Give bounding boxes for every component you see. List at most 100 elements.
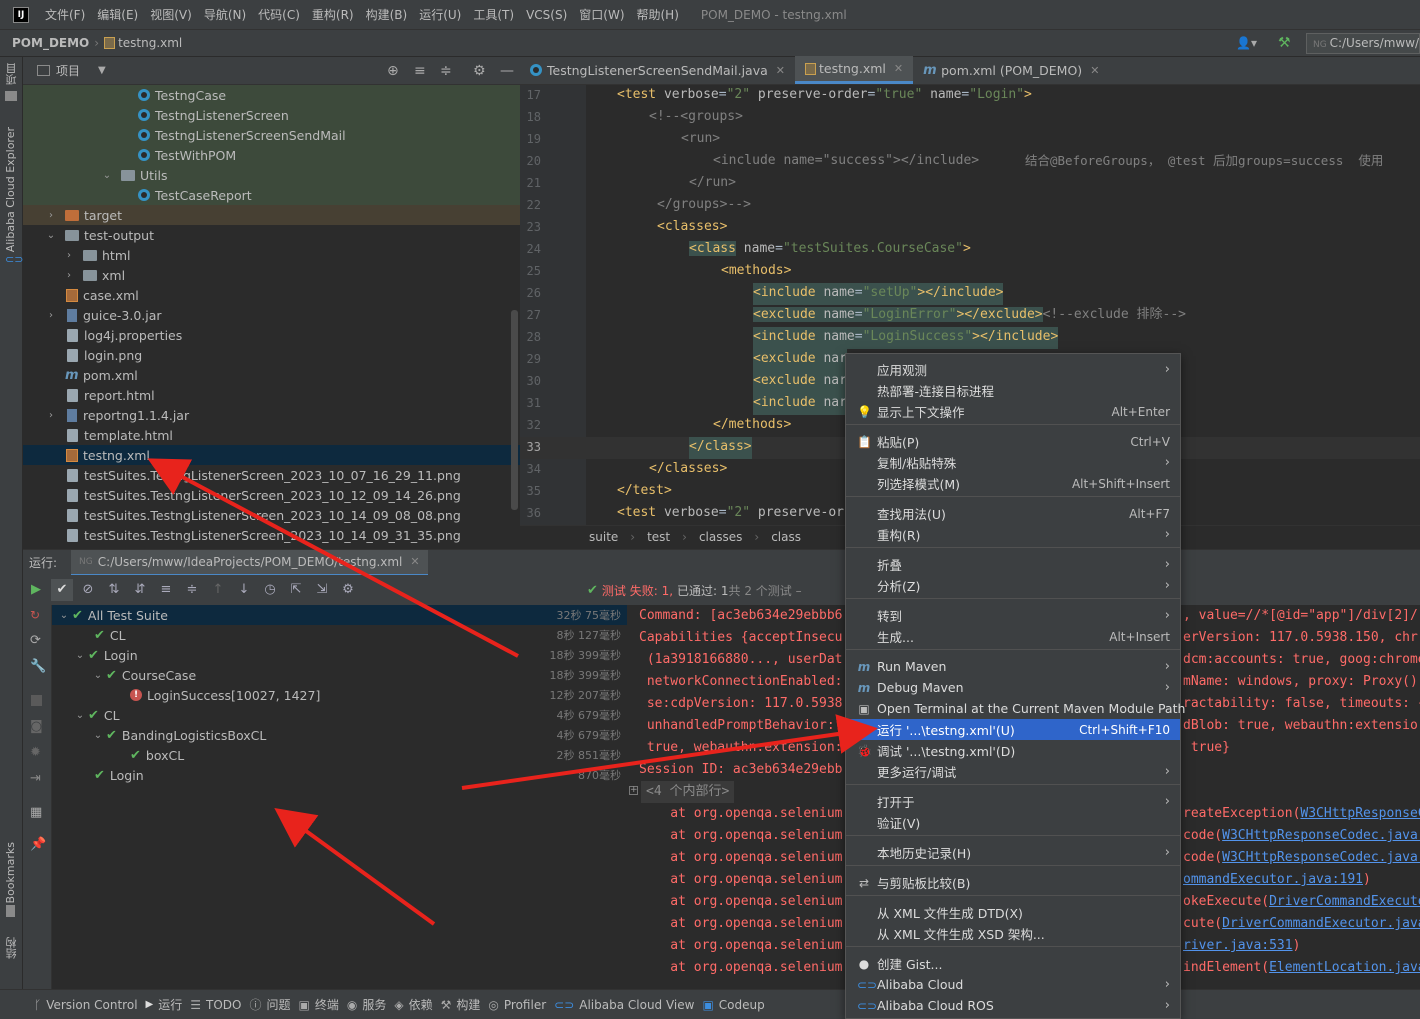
stop-icon[interactable] — [31, 695, 42, 706]
exit-icon[interactable]: ⇥ — [30, 771, 41, 786]
tree-item[interactable]: › html — [23, 245, 520, 265]
close-icon[interactable]: ✕ — [1090, 64, 1099, 77]
dependencies-tab[interactable]: 依赖 — [409, 996, 433, 1013]
breadcrumb-suite[interactable]: suite — [589, 530, 618, 544]
tab-sendmail-java[interactable]: TestngListenerScreenSendMail.java ✕ — [520, 56, 795, 84]
alibaba-cloud-view-tab[interactable]: Alibaba Cloud View — [579, 998, 694, 1012]
test-node[interactable]: ⌄ ✔ Login 18秒 399毫秒 — [52, 645, 627, 665]
tree-item[interactable]: m pom.xml — [23, 365, 520, 385]
menu-edit[interactable]: 编辑(E) — [91, 6, 144, 23]
menu-vcs[interactable]: VCS(S) — [520, 8, 573, 22]
breadcrumb-project[interactable]: POM_DEMO — [12, 36, 89, 50]
project-panel-title[interactable]: 项目 — [56, 62, 80, 79]
chevron-right-icon[interactable]: › — [45, 210, 57, 221]
tree-item[interactable]: › guice-3.0.jar — [23, 305, 520, 325]
services-tab[interactable]: 服务 — [362, 996, 386, 1013]
context-menu-item[interactable]: 从 XML 文件生成 DTD(X) — [846, 902, 1180, 923]
user-icon[interactable]: 👤▾ — [1236, 36, 1257, 50]
run-tab[interactable]: 运行 — [158, 996, 182, 1013]
expand-icon[interactable]: + — [629, 786, 638, 795]
tree-item[interactable]: case.xml — [23, 285, 520, 305]
test-node[interactable]: ⌄ ✔ CourseCase 18秒 399毫秒 — [52, 665, 627, 685]
chevron-down-icon[interactable]: ⌄ — [74, 650, 86, 661]
tree-item[interactable]: TestngListenerScreen — [23, 105, 520, 125]
menu-help[interactable]: 帮助(H) — [631, 6, 685, 23]
menu-navigate[interactable]: 导航(N) — [198, 6, 252, 23]
tree-item[interactable]: TestCaseReport — [23, 185, 520, 205]
close-icon[interactable]: ✕ — [776, 64, 785, 77]
run-config-tab[interactable]: NG C:/Users/mww/IdeaProjects/POM_DEMO/te… — [71, 549, 428, 576]
import-icon[interactable]: ⇱ — [285, 579, 307, 601]
menu-refactor[interactable]: 重构(R) — [306, 6, 360, 23]
context-menu-item[interactable]: 折叠 › — [846, 554, 1180, 575]
menu-build[interactable]: 构建(B) — [360, 6, 414, 23]
test-node[interactable]: ✔ Login 870毫秒 — [52, 765, 627, 785]
todo-tab[interactable]: TODO — [206, 998, 241, 1012]
menu-run[interactable]: 运行(U) — [413, 6, 467, 23]
next-failed-icon[interactable]: ↓ — [233, 579, 255, 601]
chevron-down-icon[interactable]: ⌄ — [45, 230, 57, 241]
close-icon[interactable]: ✕ — [410, 555, 419, 568]
context-menu-item[interactable]: ▣ Open Terminal at the Current Maven Modu… — [846, 698, 1185, 719]
tree-item[interactable]: report.html — [23, 385, 520, 405]
breadcrumb-classes[interactable]: classes — [699, 530, 742, 544]
context-menu-item[interactable]: 本地历史记录(H) › — [846, 842, 1180, 863]
tree-item[interactable]: › xml — [23, 265, 520, 285]
rerun-failed-icon[interactable]: ↻ — [30, 608, 40, 622]
chevron-right-icon[interactable]: › — [63, 250, 75, 261]
wrench-icon[interactable]: 🔧 — [30, 659, 46, 674]
context-menu-item[interactable]: ⊂⊃ Alibaba Cloud ROS › — [846, 995, 1180, 1016]
alibaba-cloud-explorer-tab[interactable]: Alibaba Cloud Explorer — [4, 127, 17, 252]
breadcrumb-test[interactable]: test — [647, 530, 670, 544]
tree-item[interactable]: ⌄ Utils — [23, 165, 520, 185]
chevron-right-icon[interactable]: › — [45, 410, 57, 421]
chevron-down-icon[interactable]: ⌄ — [58, 610, 70, 621]
context-menu-item[interactable]: 更多运行/调试 › — [846, 761, 1180, 782]
tree-item-selected[interactable]: testng.xml — [23, 445, 520, 465]
sort-duration-icon[interactable]: ⇵ — [129, 579, 151, 601]
tree-item[interactable]: log4j.properties — [23, 325, 520, 345]
breadcrumb-class[interactable]: class — [771, 530, 801, 544]
breadcrumb-file[interactable]: testng.xml — [118, 36, 182, 50]
context-menu-item[interactable]: 查找用法(U) Alt+F7 — [846, 503, 1180, 524]
build-tab[interactable]: 构建 — [456, 996, 480, 1013]
tree-item[interactable]: template.html — [23, 425, 520, 445]
tree-item[interactable]: TestngCase — [23, 85, 520, 105]
run-config-selector[interactable]: NG C:/Users/mww/ — [1306, 33, 1420, 54]
context-menu-item[interactable]: 🐞 调试 '...\testng.xml'(D) — [846, 740, 1180, 761]
locate-icon[interactable]: ⊕ — [387, 63, 399, 79]
chevron-right-icon[interactable]: › — [63, 270, 75, 281]
menu-code[interactable]: 代码(C) — [252, 6, 306, 23]
test-node[interactable]: ⌄ ✔ BandingLogisticsBoxCL 4秒 679毫秒 — [52, 725, 627, 745]
tree-item[interactable]: testSuites.TestngListenerScreen_2023_10_… — [23, 485, 520, 505]
settings-icon[interactable]: ⚙ — [337, 579, 359, 601]
show-passed-icon[interactable]: ✔ — [51, 579, 73, 601]
test-node-suite[interactable]: ⌄ ✔ All Test Suite 32秒 75毫秒 — [52, 605, 627, 625]
tree-item[interactable]: testSuites.TestngListenerScreen_2023_10_… — [23, 525, 520, 545]
bookmarks-tool-tab[interactable]: Bookmarks — [4, 842, 17, 903]
sort-alpha-icon[interactable]: ⇅ — [103, 579, 125, 601]
context-menu-item[interactable]: 分析(Z) › — [846, 575, 1180, 596]
expand-all-icon[interactable]: ≡ — [155, 579, 177, 601]
context-menu-item[interactable]: 💡 显示上下文操作 Alt+Enter — [846, 401, 1180, 422]
toggle-auto-test-icon[interactable]: ⟳ — [30, 633, 41, 648]
context-menu-item[interactable]: ⊂⊃ Alibaba Cloud › — [846, 974, 1180, 995]
context-menu-item[interactable]: 复制/粘贴特殊 › — [846, 452, 1180, 473]
close-icon[interactable]: ✕ — [894, 62, 903, 75]
context-menu-item[interactable]: 转到 › — [846, 605, 1180, 626]
context-menu-item[interactable]: 打开于 › — [846, 791, 1180, 812]
chevron-down-icon[interactable]: ⌄ — [74, 710, 86, 721]
tab-pom-xml[interactable]: m pom.xml (POM_DEMO) ✕ — [913, 56, 1109, 84]
context-menu-item[interactable]: m Run Maven › — [846, 656, 1180, 677]
gear-icon[interactable]: ⚙ — [473, 63, 486, 79]
menu-tools[interactable]: 工具(T) — [467, 6, 520, 23]
codeup-tab[interactable]: Codeup — [719, 998, 765, 1012]
context-menu-item[interactable]: ⇄ 与剪贴板比较(B) — [846, 872, 1180, 893]
prev-failed-icon[interactable]: ↑ — [207, 579, 229, 601]
test-node-failed[interactable]: ! LoginSuccess[10027, 1427] 12秒 207毫秒 — [52, 685, 627, 705]
tree-item[interactable]: TestngListenerScreenSendMail — [23, 125, 520, 145]
menu-view[interactable]: 视图(V) — [144, 6, 198, 23]
collapse-all-icon[interactable]: ≑ — [181, 579, 203, 601]
menu-file[interactable]: 文件(F) — [39, 6, 91, 23]
rerun-icon[interactable]: ▶ — [25, 579, 47, 601]
